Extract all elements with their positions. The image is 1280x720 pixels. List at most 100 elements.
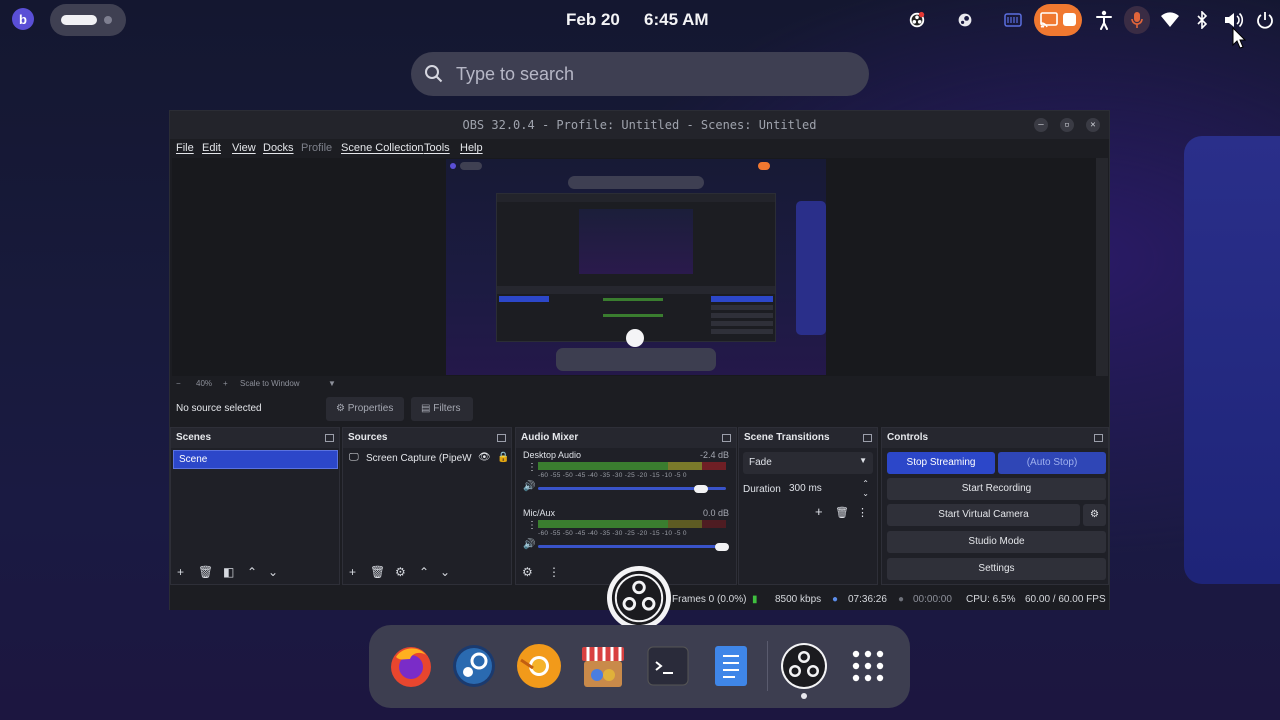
- channel-menu-icon[interactable]: ⋮: [527, 462, 537, 473]
- start-recording-button[interactable]: Start Recording: [887, 478, 1106, 500]
- mixer-menu-icon[interactable]: ⋮: [548, 565, 560, 579]
- launcher-logo-icon[interactable]: b: [12, 8, 34, 30]
- steam-tray-icon[interactable]: [954, 8, 976, 32]
- remove-source-button[interactable]: 🗑: [370, 565, 385, 579]
- undock-icon[interactable]: [722, 434, 731, 442]
- lock-icon[interactable]: 🔒: [497, 452, 509, 463]
- stream-time: 07:36:26: [848, 594, 887, 605]
- volume-slider-knob[interactable]: [694, 485, 708, 493]
- zoom-out-button[interactable]: −: [176, 379, 181, 388]
- menu-edit[interactable]: Edit: [202, 142, 221, 154]
- date-label[interactable]: Feb 20: [566, 10, 620, 30]
- scene-item[interactable]: Scene: [173, 450, 338, 469]
- menu-docks[interactable]: Docks: [263, 142, 294, 154]
- stop-streaming-button[interactable]: Stop Streaming: [887, 452, 995, 474]
- controls-dock: Controls Stop Streaming (Auto Stop) Star…: [881, 427, 1109, 585]
- scale-dropdown-icon[interactable]: ▼: [328, 379, 336, 388]
- add-source-button[interactable]: +: [349, 565, 356, 579]
- duration-spinbox[interactable]: 300 ms ⌃ ⌄: [783, 478, 873, 500]
- mute-speaker-icon[interactable]: 🔊: [523, 481, 535, 492]
- source-properties-gear-icon[interactable]: ⚙: [395, 565, 406, 579]
- studio-mode-button[interactable]: Studio Mode: [887, 531, 1106, 553]
- obs-icon[interactable]: [780, 642, 828, 690]
- move-down-icon[interactable]: ⌄: [268, 565, 278, 579]
- move-up-icon[interactable]: ⌃: [247, 565, 257, 579]
- firefox-icon[interactable]: [387, 642, 435, 690]
- window-titlebar[interactable]: OBS 32.0.4 - Profile: Untitled - Scenes:…: [170, 111, 1109, 139]
- wifi-icon[interactable]: [1158, 8, 1182, 32]
- no-source-label: No source selected: [176, 403, 262, 414]
- obs-tray-icon[interactable]: [906, 8, 928, 32]
- menu-view[interactable]: View: [232, 142, 256, 154]
- filters-button[interactable]: ▤ Filters: [411, 397, 473, 421]
- background-window-card[interactable]: [1184, 136, 1280, 584]
- mic-aux-channel: Mic/Aux 0.0 dB ⋮ -60 -55 -50 -45 -40 -35…: [516, 508, 736, 566]
- time-label[interactable]: 6:45 AM: [644, 10, 709, 30]
- move-up-icon[interactable]: ⌃: [419, 565, 429, 579]
- undock-icon[interactable]: [325, 434, 334, 442]
- source-item[interactable]: 🖵 Screen Capture (PipeW 👁 🔒: [349, 452, 509, 468]
- screencast-indicator[interactable]: [1034, 4, 1082, 36]
- transitions-title: Scene Transitions: [744, 432, 830, 443]
- bluetooth-icon[interactable]: [1192, 8, 1212, 32]
- menu-help[interactable]: Help: [460, 142, 483, 154]
- scenes-dock: Scenes Scene + 🗑 ◧ ⌃ ⌄: [170, 427, 340, 585]
- remove-transition-button[interactable]: 🗑: [835, 506, 849, 519]
- menu-file[interactable]: File: [176, 142, 194, 154]
- preview-area[interactable]: [172, 158, 1096, 376]
- settings-button[interactable]: Settings: [887, 558, 1106, 580]
- minimize-button[interactable]: –: [1034, 118, 1048, 132]
- zoom-in-button[interactable]: +: [223, 379, 228, 388]
- channel-menu-icon[interactable]: ⋮: [527, 520, 537, 531]
- monitor-icon: 🖵: [349, 452, 359, 463]
- menu-scene-collection[interactable]: Scene Collection: [341, 142, 424, 154]
- app-grid-icon[interactable]: [844, 642, 892, 690]
- undock-icon[interactable]: [497, 434, 506, 442]
- scene-filters-button[interactable]: ◧: [223, 565, 234, 579]
- visibility-eye-icon[interactable]: 👁: [478, 452, 491, 463]
- text-editor-icon[interactable]: [707, 642, 755, 690]
- mute-speaker-icon[interactable]: 🔊: [523, 539, 535, 550]
- close-button[interactable]: ✕: [1086, 118, 1100, 132]
- advanced-audio-icon[interactable]: ⚙: [522, 565, 533, 579]
- mixer-header: Audio Mixer: [516, 428, 736, 448]
- power-icon[interactable]: [1254, 8, 1276, 32]
- menu-tools[interactable]: Tools: [424, 142, 450, 154]
- steam-icon[interactable]: [450, 642, 498, 690]
- undock-icon[interactable]: [863, 434, 872, 442]
- stepper-icon[interactable]: ⌃ ⌄: [862, 479, 869, 499]
- add-transition-button[interactable]: +: [815, 504, 823, 519]
- remove-scene-button[interactable]: 🗑: [198, 565, 213, 579]
- preview-canvas[interactable]: [446, 159, 826, 375]
- scale-mode[interactable]: Scale to Window: [240, 379, 300, 388]
- add-scene-button[interactable]: +: [177, 565, 184, 579]
- workspace-indicator[interactable]: [50, 4, 126, 36]
- search-bar[interactable]: Type to search: [411, 52, 869, 96]
- level-meter: [538, 462, 726, 470]
- volume-slider[interactable]: [538, 545, 726, 548]
- nested-search-bar: [568, 176, 704, 189]
- maximize-button[interactable]: ▫: [1060, 118, 1074, 132]
- app-store-icon[interactable]: [579, 642, 627, 690]
- terminal-icon[interactable]: [644, 642, 692, 690]
- chrome-canary-icon[interactable]: [515, 642, 563, 690]
- transition-menu-icon[interactable]: ⋮: [857, 506, 868, 519]
- filters-label: Filters: [433, 403, 461, 414]
- bitrate-status: 8500 kbps: [775, 594, 822, 605]
- keyboard-icon[interactable]: [1002, 8, 1024, 32]
- accessibility-icon[interactable]: [1093, 8, 1115, 32]
- channel-name: Desktop Audio: [523, 450, 582, 460]
- microphone-indicator[interactable]: [1124, 6, 1150, 34]
- menu-profile[interactable]: Profile: [301, 142, 332, 154]
- obs-osd-icon: [607, 566, 671, 630]
- properties-button[interactable]: ⚙ Properties: [326, 397, 404, 421]
- preview-scrollbar[interactable]: [1096, 158, 1108, 376]
- volume-slider-knob[interactable]: [715, 543, 729, 551]
- transition-select[interactable]: Fade ▼: [743, 452, 873, 474]
- move-down-icon[interactable]: ⌄: [440, 565, 450, 579]
- start-virtual-camera-button[interactable]: Start Virtual Camera: [887, 504, 1080, 526]
- auto-stop-button[interactable]: (Auto Stop): [998, 452, 1106, 474]
- undock-icon[interactable]: [1094, 434, 1103, 442]
- virtual-camera-settings-gear-icon[interactable]: ⚙: [1083, 504, 1106, 526]
- meter-scale: -60 -55 -50 -45 -40 -35 -30 -25 -20 -15 …: [538, 472, 687, 479]
